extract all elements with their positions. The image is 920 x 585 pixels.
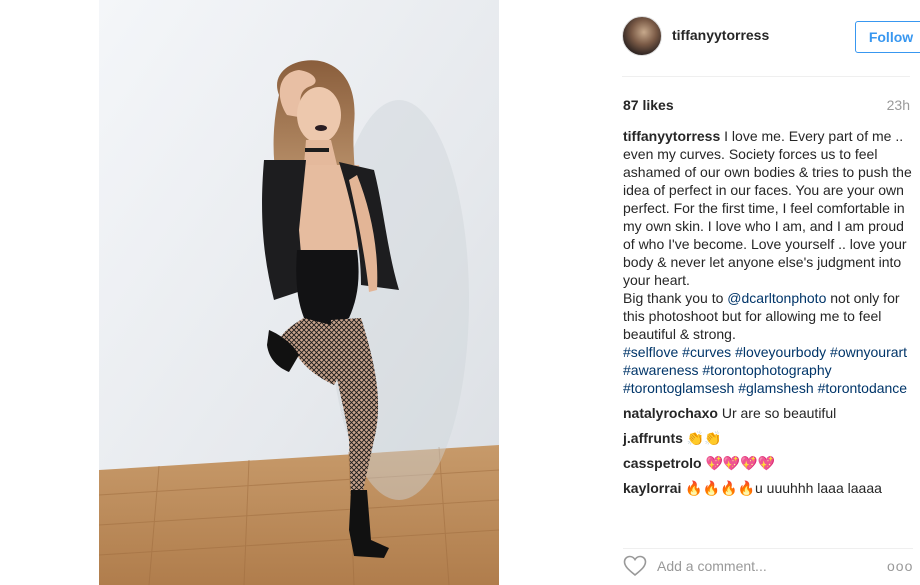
comment-item: j.affrunts 👏👏: [623, 429, 913, 447]
add-comment-input[interactable]: [657, 556, 877, 576]
hashtag-link[interactable]: #curves: [682, 344, 731, 360]
likes-count[interactable]: 87 likes: [623, 97, 674, 113]
caption-thanks: Big thank you to: [623, 290, 724, 306]
comment-item: casspetrolo 💖💖💖💖: [623, 454, 913, 472]
follow-button[interactable]: Follow: [855, 21, 920, 53]
avatar[interactable]: [622, 16, 662, 56]
comment-username[interactable]: j.affrunts: [623, 430, 683, 446]
mention-link[interactable]: @dcarltonphoto: [727, 290, 826, 306]
heart-icon[interactable]: [623, 555, 647, 577]
comment-bar: ooo: [623, 548, 913, 580]
caption-text: I love me. Every part of me .. even my c…: [623, 128, 912, 288]
comment-item: natalyrochaxo Ur are so beautiful: [623, 404, 913, 422]
comment-text: Ur are so beautiful: [721, 405, 837, 421]
author-username[interactable]: tiffanyytorress: [672, 27, 769, 43]
post-timestamp[interactable]: 23h: [887, 97, 910, 113]
comment-text: 💖💖💖💖: [705, 455, 776, 471]
header-divider: [622, 76, 910, 77]
photo-illustration: [99, 0, 499, 585]
hashtag-link[interactable]: #torontophotography: [702, 362, 831, 378]
comment-item: kaylorrai 🔥🔥🔥🔥u uuuhhh laaa laaaa: [623, 479, 913, 497]
comment-text: 🔥🔥🔥🔥u uuuhhh laaa laaaa: [685, 480, 882, 496]
comment-username[interactable]: natalyrochaxo: [623, 405, 718, 421]
caption-username[interactable]: tiffanyytorress: [623, 128, 720, 144]
comment-text: 👏👏: [686, 430, 722, 446]
comment-username[interactable]: casspetrolo: [623, 455, 702, 471]
post-photo[interactable]: [99, 0, 499, 585]
hashtag-link[interactable]: #selflove: [623, 344, 678, 360]
hashtag-link[interactable]: #awareness: [623, 362, 699, 378]
instagram-post-modal: tiffanyytorress Follow 87 likes 23h tiff…: [0, 0, 920, 585]
post-details-panel: tiffanyytorress Follow 87 likes 23h tiff…: [606, 0, 920, 585]
hashtag-link[interactable]: #ownyourart: [830, 344, 907, 360]
comment-username[interactable]: kaylorrai: [623, 480, 681, 496]
hashtag-link[interactable]: #torontodance: [818, 380, 908, 396]
hashtag-link[interactable]: #loveyourbody: [735, 344, 826, 360]
comments-list: tiffanyytorress I love me. Every part of…: [623, 127, 913, 497]
more-options-icon[interactable]: ooo: [887, 558, 913, 574]
post-caption: tiffanyytorress I love me. Every part of…: [623, 127, 913, 397]
post-header: tiffanyytorress Follow: [622, 16, 920, 58]
hashtag-link[interactable]: #glamshesh: [738, 380, 814, 396]
hashtag-link[interactable]: #torontoglamsesh: [623, 380, 734, 396]
